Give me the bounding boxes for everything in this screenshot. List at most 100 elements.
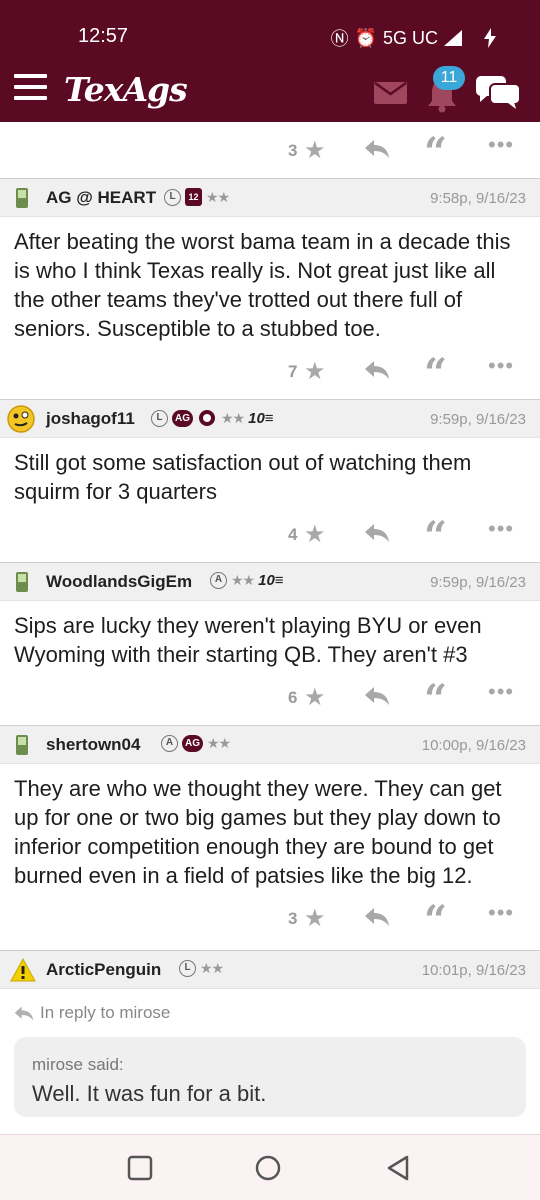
username[interactable]: joshagof11 [46,409,135,429]
post: shertown04 A AG ★★ 10:00p, 9/16/23 They … [0,725,540,950]
phone-icon [16,735,28,755]
badge-stars: ★★ [231,572,255,588]
bevo-badge-icon [199,410,215,426]
quote-icon[interactable]: “ [424,517,447,557]
thread-content[interactable]: 3 ★ “ ••• AG @ HEART L 12 ★★ 9:58p, 9/16… [0,122,540,1134]
quote-author: mirose said: [32,1055,124,1074]
reply-icon[interactable] [364,685,390,707]
system-nav-bar [0,1134,540,1200]
username[interactable]: AG @ HEART [46,188,156,208]
post-actions: 7 ★ “ ••• [0,343,540,399]
reply-icon[interactable] [364,906,390,928]
post-header: ArcticPenguin L ★★ 10:01p, 9/16/23 [0,951,540,989]
star-icon[interactable]: ★ [304,683,326,712]
post-header: joshagof11 L AG ★★ 10≡ 9:59p, 9/16/23 [0,400,540,438]
badge-ag: AG [182,735,203,752]
badge-stars: ★★ [221,409,245,426]
like-count: 7 [288,362,298,381]
more-icon[interactable]: ••• [488,679,514,705]
network-label: 5G UC [382,27,438,48]
post: ArcticPenguin L ★★ 10:01p, 9/16/23 In re… [0,950,540,1117]
like-count: 6 [288,688,298,707]
post-header: AG @ HEART L 12 ★★ 9:58p, 9/16/23 [0,179,540,217]
post-time: 10:00p, 9/16/23 [421,737,526,754]
star-icon[interactable]: ★ [304,904,326,933]
more-icon[interactable]: ••• [488,132,514,158]
alarm-icon: ⏰ [354,27,377,48]
notification-badge[interactable]: 11 [433,66,465,90]
nfc-icon: Ⓝ [330,29,349,49]
quote-icon[interactable]: “ [424,680,447,720]
badge-stars: ★★ [207,735,231,751]
like-count: 3 [288,909,298,928]
star-icon[interactable]: ★ [304,357,326,386]
like-count: 3 [288,141,298,160]
recents-icon[interactable] [125,1153,155,1183]
post-body: Sips are lucky they weren't playing BYU … [14,613,482,667]
reply-to-link[interactable]: In reply to mirose [0,989,540,1023]
quote-icon[interactable]: “ [424,133,447,173]
status-bar: 12:57 Ⓝ ⏰ 5G UC [0,0,540,62]
post-time: 9:59p, 9/16/23 [430,411,526,428]
reply-icon[interactable] [364,359,390,381]
app-header: 12:57 Ⓝ ⏰ 5G UC TexAgs [0,0,540,122]
app-logo[interactable]: TexAgs [64,70,188,109]
post-actions: 4 ★ “ ••• [0,506,540,562]
more-icon[interactable]: ••• [488,900,514,926]
phone-icon [16,572,28,592]
post: AG @ HEART L 12 ★★ 9:58p, 9/16/23 After … [0,178,540,399]
post-body: Still got some satisfaction out of watch… [14,450,472,504]
post-header: WoodlandsGigEm A ★★ 10≡ 9:59p, 9/16/23 [0,563,540,601]
quote-block: mirose said: Well. It was fun for a bit. [14,1037,526,1117]
post-header: shertown04 A AG ★★ 10:00p, 9/16/23 [0,726,540,764]
star-icon[interactable]: ★ [304,520,326,549]
badge-10: 10≡ [248,409,274,427]
username[interactable]: WoodlandsGigEm [46,572,192,592]
status-time: 12:57 [78,25,129,47]
post-time: 10:01p, 9/16/23 [421,962,526,979]
more-icon[interactable]: ••• [488,516,514,542]
menu-icon[interactable] [14,74,47,100]
reply-to-label: In reply to mirose [40,1003,171,1022]
username[interactable]: shertown04 [46,735,140,755]
badge-10: 10≡ [258,572,284,589]
reply-icon[interactable] [364,138,390,160]
badge-a: A [161,735,178,752]
user-badges: L AG ★★ 10≡ [151,409,274,427]
badge-a: A [210,572,227,589]
post-time: 9:59p, 9/16/23 [430,574,526,591]
badge-stars: ★★ [200,960,224,976]
battery-charging-icon [484,28,496,48]
post-actions: 3 ★ “ ••• [0,122,540,178]
chat-icon[interactable] [476,74,520,110]
post-time: 9:58p, 9/16/23 [430,190,526,207]
more-icon[interactable]: ••• [488,353,514,379]
user-badges: L 12 ★★ [164,188,230,206]
phone-icon [16,188,28,208]
mail-icon[interactable] [374,82,407,104]
user-badges: A AG ★★ [161,735,231,752]
username[interactable]: ArcticPenguin [46,960,161,980]
badge-l: L [164,188,181,206]
badge-12: 12 [185,188,202,206]
like-count: 4 [288,525,298,544]
quote-icon[interactable]: “ [424,354,447,394]
badge-ag: AG [172,409,193,427]
star-icon[interactable]: ★ [304,136,326,165]
badge-stars: ★★ [206,188,230,205]
smiley-avatar-icon [7,405,35,433]
signal-icon [444,30,462,46]
quote-icon[interactable]: “ [424,901,447,941]
badge-l: L [179,960,196,977]
post-actions: 6 ★ “ ••• [0,669,540,725]
user-badges: A ★★ 10≡ [210,572,284,589]
user-badges: L ★★ [179,960,224,977]
back-icon[interactable] [383,1153,413,1183]
post-actions: 3 ★ “ ••• [0,890,540,950]
home-icon[interactable] [253,1153,283,1183]
badge-l: L [151,409,168,427]
post: WoodlandsGigEm A ★★ 10≡ 9:59p, 9/16/23 S… [0,562,540,725]
status-icons: Ⓝ ⏰ 5G UC [331,25,498,51]
post-body: They are who we thought they were. They … [14,776,502,888]
reply-icon[interactable] [364,522,390,544]
